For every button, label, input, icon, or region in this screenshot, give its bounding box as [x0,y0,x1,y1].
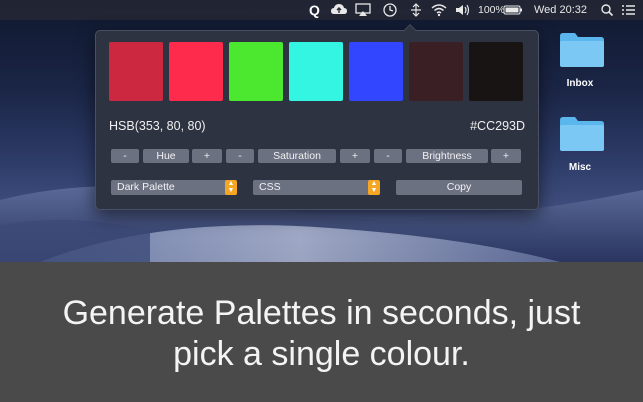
swatch-5[interactable] [349,42,403,101]
hue-minus-button[interactable]: - [111,149,139,163]
saturation-plus-button[interactable]: + [340,149,370,163]
battery-percent: 100% [478,4,505,16]
caption-line-2: pick a single colour. [173,335,470,373]
copy-label: Copy [446,181,472,193]
swatch-2[interactable] [169,42,223,101]
chevron-up-down-icon: ▲ ▼ [368,180,380,195]
swatch-3[interactable] [229,42,283,101]
misc-folder-icon[interactable] [559,114,605,152]
caption-line-1: Generate Palettes in seconds, just [62,294,581,332]
hue-label: Hue [143,149,189,163]
swatch-4[interactable] [289,42,343,101]
desktop-background: Inbox Misc Q 100% Wed 20:32 HSB(353, 80,… [0,0,643,262]
palette-type-value: Dark Palette [117,181,175,193]
hue-plus-button[interactable]: + [192,149,222,163]
saturation-minus-button[interactable]: - [226,149,254,163]
menu-bar: Q 100% Wed 20:32 [0,0,643,20]
cloud-upload-icon[interactable] [330,0,348,20]
format-select[interactable]: CSS ▲ ▼ [253,180,380,195]
saturation-label: Saturation [258,149,336,163]
svg-text:Q: Q [309,2,320,18]
inbox-folder-label: Inbox [566,78,594,89]
airplay-icon[interactable] [354,0,372,20]
brightness-label: Brightness [406,149,488,163]
caption-band: Generate Palettes in seconds, just pick … [0,262,643,402]
misc-folder-label: Misc [568,162,592,173]
list-icon[interactable] [621,0,637,20]
search-icon[interactable] [600,0,614,20]
palette-popover: HSB(353, 80, 80) #CC293D - Hue + - Satur… [95,24,539,210]
quick-palette-app-icon[interactable]: Q [308,0,322,20]
format-value: CSS [259,181,281,193]
brightness-plus-button[interactable]: + [491,149,521,163]
battery-icon[interactable] [503,0,523,20]
inbox-folder-icon[interactable] [559,30,605,68]
hex-value[interactable]: #CC293D [470,119,525,133]
swatch-7[interactable] [469,42,523,101]
copy-button[interactable]: Copy [396,180,522,195]
brightness-minus-button[interactable]: - [374,149,402,163]
hsb-value: HSB(353, 80, 80) [109,119,206,133]
clock[interactable]: Wed 20:32 [534,0,587,20]
chevron-up-down-icon: ▲ ▼ [225,180,237,195]
swatch-6[interactable] [409,42,463,101]
wifi-icon[interactable] [430,0,448,20]
palette-type-select[interactable]: Dark Palette ▲ ▼ [111,180,237,195]
volume-icon[interactable] [454,0,472,20]
network-icon[interactable] [408,0,424,20]
time-machine-icon[interactable] [381,0,399,20]
swatch-1[interactable] [109,42,163,101]
